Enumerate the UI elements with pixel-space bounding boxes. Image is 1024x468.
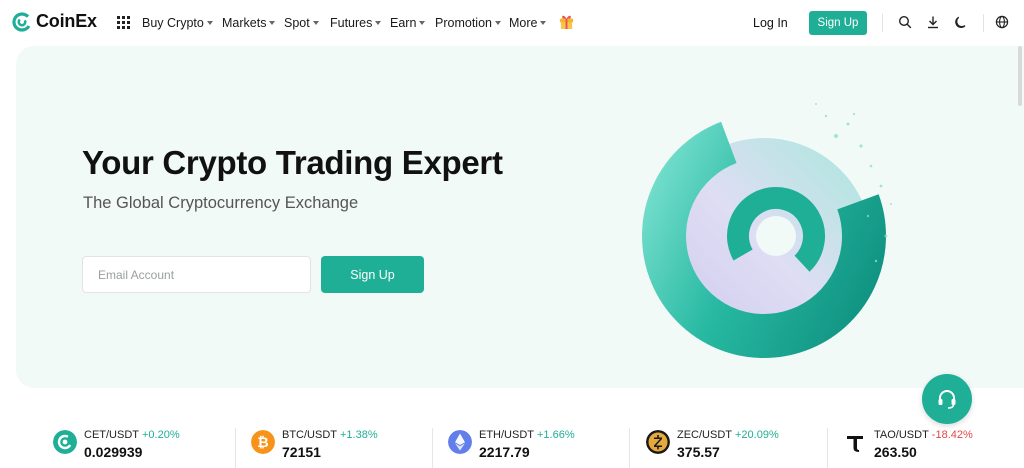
nav-spot[interactable]: Spot (284, 16, 319, 30)
ticker-pair: TAO/USDT -18.42% (874, 429, 973, 441)
coinex-logo-icon (12, 11, 32, 32)
chevron-down-icon (494, 21, 501, 25)
pair-label: BTC/USDT (282, 429, 337, 441)
hero-title: Your Crypto Trading Expert (82, 144, 503, 181)
logo-text: CoinEx (36, 11, 97, 31)
cet-icon (53, 430, 77, 454)
price-change: +1.38% (340, 429, 378, 441)
ticker-price: 375.57 (677, 444, 720, 460)
ticker-price: 72151 (282, 444, 321, 460)
nav-label: Spot (284, 16, 310, 30)
divider (882, 14, 883, 32)
download-icon[interactable] (926, 15, 940, 29)
ticker-price: 0.029939 (84, 444, 143, 460)
chevron-down-icon (269, 21, 276, 25)
login-link[interactable]: Log In (753, 16, 788, 30)
ticker-price: 263.50 (874, 444, 917, 460)
divider (235, 428, 236, 468)
hero-banner: Your Crypto Trading Expert The Global Cr… (16, 46, 1024, 388)
nav-earn[interactable]: Earn (390, 16, 426, 30)
price-change: +0.20% (142, 429, 180, 441)
zec-icon (646, 430, 670, 454)
nav-buy-crypto[interactable]: Buy Crypto (142, 16, 213, 30)
nav-futures[interactable]: Futures (330, 16, 382, 30)
nav-more[interactable]: More (509, 16, 547, 30)
top-navbar: CoinEx Buy Crypto Markets Spot Futures E… (0, 0, 1024, 46)
search-icon[interactable] (898, 15, 912, 29)
ticker-pair: BTC/USDT +1.38% (282, 429, 378, 441)
coinex-3d-logo-illustration (611, 103, 911, 376)
globe-icon[interactable] (995, 15, 1009, 29)
chevron-down-icon (206, 21, 213, 25)
pair-label: TAO/USDT (874, 429, 929, 441)
nav-label: Markets (222, 16, 267, 30)
nav-label: Futures (330, 16, 373, 30)
coinex-logo[interactable]: CoinEx (12, 11, 97, 32)
chevron-down-icon (375, 21, 382, 25)
nav-label: More (509, 16, 538, 30)
divider (983, 14, 984, 32)
headset-icon (938, 390, 956, 409)
moon-icon[interactable] (954, 15, 968, 29)
apps-grid-icon[interactable] (117, 16, 130, 29)
signup-button-header[interactable]: Sign Up (809, 11, 867, 35)
svg-text:₿: ₿ (257, 435, 268, 451)
price-change: +1.66% (537, 429, 575, 441)
btc-icon: ₿ (251, 430, 275, 454)
nav-promotion[interactable]: Promotion (435, 16, 501, 30)
chevron-down-icon (419, 21, 426, 25)
gift-icon[interactable] (558, 13, 575, 30)
nav-label: Earn (390, 16, 417, 30)
divider (827, 428, 828, 468)
eth-icon (448, 430, 472, 454)
pair-label: ZEC/USDT (677, 429, 732, 441)
nav-label: Buy Crypto (142, 16, 204, 30)
hero-subtitle: The Global Cryptocurrency Exchange (83, 194, 359, 212)
ticker-pair: ETH/USDT +1.66% (479, 429, 575, 441)
pair-label: CET/USDT (84, 429, 139, 441)
divider (432, 428, 433, 468)
nav-markets[interactable]: Markets (222, 16, 276, 30)
pair-label: ETH/USDT (479, 429, 534, 441)
page-scrollbar[interactable] (1018, 46, 1022, 106)
nav-label: Promotion (435, 16, 492, 30)
divider (629, 428, 630, 468)
chevron-down-icon (312, 21, 319, 25)
signup-button-hero[interactable]: Sign Up (321, 256, 424, 293)
ticker-pair: CET/USDT +0.20% (84, 429, 180, 441)
ticker-pair: ZEC/USDT +20.09% (677, 429, 779, 441)
chevron-down-icon (540, 21, 547, 25)
ticker-price: 2217.79 (479, 444, 530, 460)
price-change: -18.42% (931, 429, 973, 441)
support-chat-button[interactable] (922, 374, 972, 424)
email-input[interactable] (82, 256, 311, 293)
price-change: +20.09% (735, 429, 779, 441)
tao-icon (847, 436, 863, 452)
